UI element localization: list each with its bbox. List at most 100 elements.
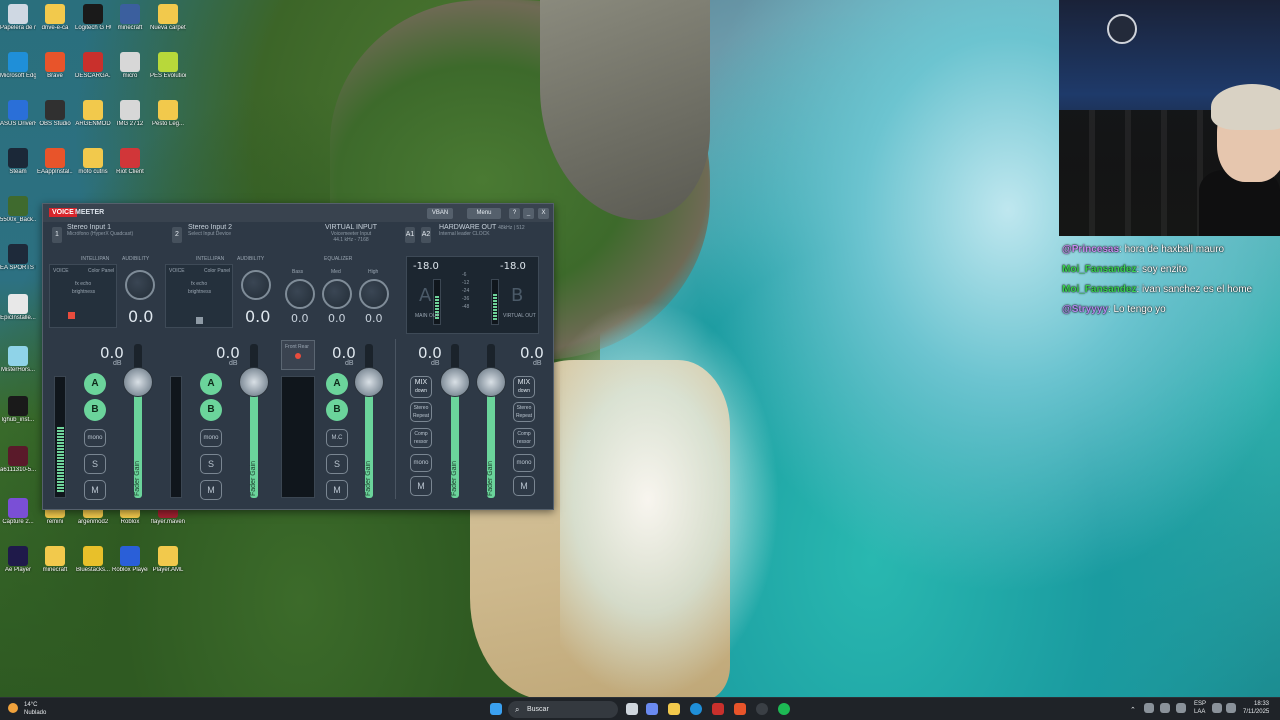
bus-b-mono-button[interactable]: mono — [513, 454, 535, 472]
strip1-a-button[interactable]: A — [84, 373, 106, 395]
bus-a-mute-button[interactable]: M — [410, 476, 432, 496]
wifi-icon[interactable] — [1212, 703, 1222, 713]
start-icon[interactable] — [490, 703, 502, 715]
strip1-b-button[interactable]: B — [84, 399, 106, 421]
eq-bass-knob[interactable] — [285, 279, 315, 309]
bus-b-fader-knob[interactable] — [476, 367, 506, 397]
voicemeeter-taskbar-icon[interactable] — [712, 703, 724, 715]
desktop-icon[interactable]: Riot Client — [112, 148, 148, 188]
eq-high-knob[interactable] — [359, 279, 389, 309]
virtual-fx-button[interactable]: Front Rear — [281, 340, 315, 370]
title-bar[interactable]: VOICE MEETER VBAN Menu ? _ X — [43, 204, 553, 222]
virtual-solo-button[interactable]: S — [326, 454, 348, 474]
hardware-header[interactable]: HARDWARE OUT 48kHz | 512 Internal leader… — [439, 224, 549, 246]
desktop-icon[interactable]: IMG 2712 — [112, 100, 148, 140]
language-code[interactable]: ESP — [1194, 701, 1206, 707]
strip2-intellipan-pad[interactable]: VOICE Color Panel fx echo brightness — [165, 264, 233, 328]
strip2-header[interactable]: Stereo Input 2 Select Input Device — [188, 224, 288, 246]
desktop-icon[interactable]: Papelera de reciclaje — [0, 4, 36, 44]
desktop-icon[interactable]: minecraft — [37, 546, 73, 586]
eq-med-knob[interactable] — [322, 279, 352, 309]
brave-icon[interactable] — [734, 703, 746, 715]
tray-icon-2[interactable] — [1160, 703, 1170, 713]
desktop-icon[interactable]: EpicInstalle... — [0, 294, 36, 334]
desktop-icon[interactable]: micro — [112, 52, 148, 92]
desktop-icon[interactable]: Logitech G HUB — [75, 4, 111, 44]
desktop-icon[interactable]: Bluestacks... — [75, 546, 111, 586]
strip2-a-button[interactable]: A — [200, 373, 222, 395]
desktop-icon[interactable]: EAappInstal... — [37, 148, 73, 188]
edge-icon[interactable] — [690, 703, 702, 715]
desktop-icon[interactable]: Roblox Player — [112, 546, 148, 586]
bus-b-mute-button[interactable]: M — [513, 476, 535, 496]
virtual-fader-knob[interactable] — [354, 367, 384, 397]
strip2-pan-dot[interactable] — [196, 317, 203, 324]
strip2-b-button[interactable]: B — [200, 399, 222, 421]
desktop-icon[interactable]: Brave — [37, 52, 73, 92]
virtual-a-button[interactable]: A — [326, 373, 348, 395]
desktop-icon[interactable]: 5500x_Back... — [0, 196, 36, 236]
tray-icon-3[interactable] — [1176, 703, 1186, 713]
bus-b-compressor[interactable]: Comp ressor — [513, 428, 535, 448]
clock-time[interactable]: 18:33 — [1254, 701, 1269, 707]
taskbar-search[interactable]: ⌕ Buscar — [508, 701, 618, 718]
obs-taskbar-icon[interactable] — [756, 703, 768, 715]
desktop-icon[interactable]: DESCARGA... — [75, 52, 111, 92]
chevron-up-icon[interactable]: ⌃ — [1130, 706, 1136, 714]
strip2-solo-button[interactable]: S — [200, 454, 222, 474]
bus-a-compressor[interactable]: Comp ressor — [410, 428, 432, 448]
strip1-solo-button[interactable]: S — [84, 454, 106, 474]
strip1-intellipan-pad[interactable]: VOICE Color Panel fx echo brightness — [49, 264, 117, 328]
strip1-mono-button[interactable]: mono — [84, 429, 106, 447]
bus-a-mix-button[interactable]: MIX down — [410, 376, 432, 398]
virtual-header[interactable]: VIRTUAL INPUT Voicemeeter Input 44.1 kHz… — [311, 224, 391, 246]
desktop-icon[interactable]: EA SPORTS FC 25 — [0, 244, 36, 284]
strip1-pan-dot[interactable] — [68, 312, 75, 319]
desktop-icon[interactable]: lghub_inst... — [0, 396, 36, 436]
strip2-audibility-knob[interactable] — [241, 270, 271, 300]
bus-a-mono-button[interactable]: mono — [410, 454, 432, 472]
hw-a1-button[interactable]: A1 — [405, 227, 415, 243]
weather-widget[interactable]: 14°C Nublado — [6, 700, 66, 719]
desktop-icon[interactable]: PES Evolution Soccer — [150, 52, 186, 92]
strip2-number[interactable]: 2 — [172, 227, 182, 243]
strip1-fader-knob[interactable] — [123, 367, 153, 397]
desktop-icon[interactable]: ASUS DriverHub — [0, 100, 36, 140]
widgets-icon[interactable] — [646, 703, 658, 715]
desktop-icon[interactable]: OBS Studio — [37, 100, 73, 140]
desktop-icon[interactable]: Capture 2... — [0, 498, 36, 538]
vban-button[interactable]: VBAN — [427, 208, 453, 219]
hw-a2-button[interactable]: A2 — [421, 227, 431, 243]
desktop-icon[interactable]: Nueva carpeta — [150, 4, 186, 44]
task-view-icon[interactable] — [626, 703, 638, 715]
clock-date[interactable]: 7/11/2025 — [1243, 709, 1269, 715]
spotify-icon[interactable] — [778, 703, 790, 715]
voicemeeter-window[interactable]: VOICE MEETER VBAN Menu ? _ X 1 Stereo In… — [42, 203, 554, 510]
virtual-mc-button[interactable]: M.C — [326, 429, 348, 447]
strip2-fader-knob[interactable] — [239, 367, 269, 397]
strip1-audibility-knob[interactable] — [125, 270, 155, 300]
strip1-mute-button[interactable]: M — [84, 480, 106, 500]
volume-icon[interactable] — [1226, 703, 1236, 713]
desktop-icon[interactable]: MisterHors... — [0, 346, 36, 386]
strip2-mono-button[interactable]: mono — [200, 429, 222, 447]
file-explorer-icon[interactable] — [668, 703, 680, 715]
desktop-icon[interactable]: Steam — [0, 148, 36, 188]
desktop-icon[interactable]: Microsoft Edge — [0, 52, 36, 92]
minimize-button[interactable]: _ — [523, 208, 534, 219]
desktop-icon[interactable]: mofo cutris — [75, 148, 111, 188]
desktop-icon[interactable]: drive-e-ca — [37, 4, 73, 44]
bus-a-fader-knob[interactable] — [440, 367, 470, 397]
strip2-mute-button[interactable]: M — [200, 480, 222, 500]
desktop-icon[interactable]: Pesto Leg... — [150, 100, 186, 140]
virtual-b-button[interactable]: B — [326, 399, 348, 421]
bus-b-stereo-repeat[interactable]: Stereo Repeat — [513, 402, 535, 422]
virtual-mute-button[interactable]: M — [326, 480, 348, 500]
desktop-icon[interactable]: Player.AML — [150, 546, 186, 586]
tray-icon-1[interactable] — [1144, 703, 1154, 713]
desktop-icon[interactable]: ARGENMOD — [75, 100, 111, 140]
bus-a-stereo-repeat[interactable]: Stereo Repeat — [410, 402, 432, 422]
close-button[interactable]: X — [538, 208, 549, 219]
desktop-icon[interactable]: a6111310-5... — [0, 446, 36, 486]
strip1-header[interactable]: Stereo Input 1 Micrófono (HyperX Quadcas… — [67, 224, 167, 246]
